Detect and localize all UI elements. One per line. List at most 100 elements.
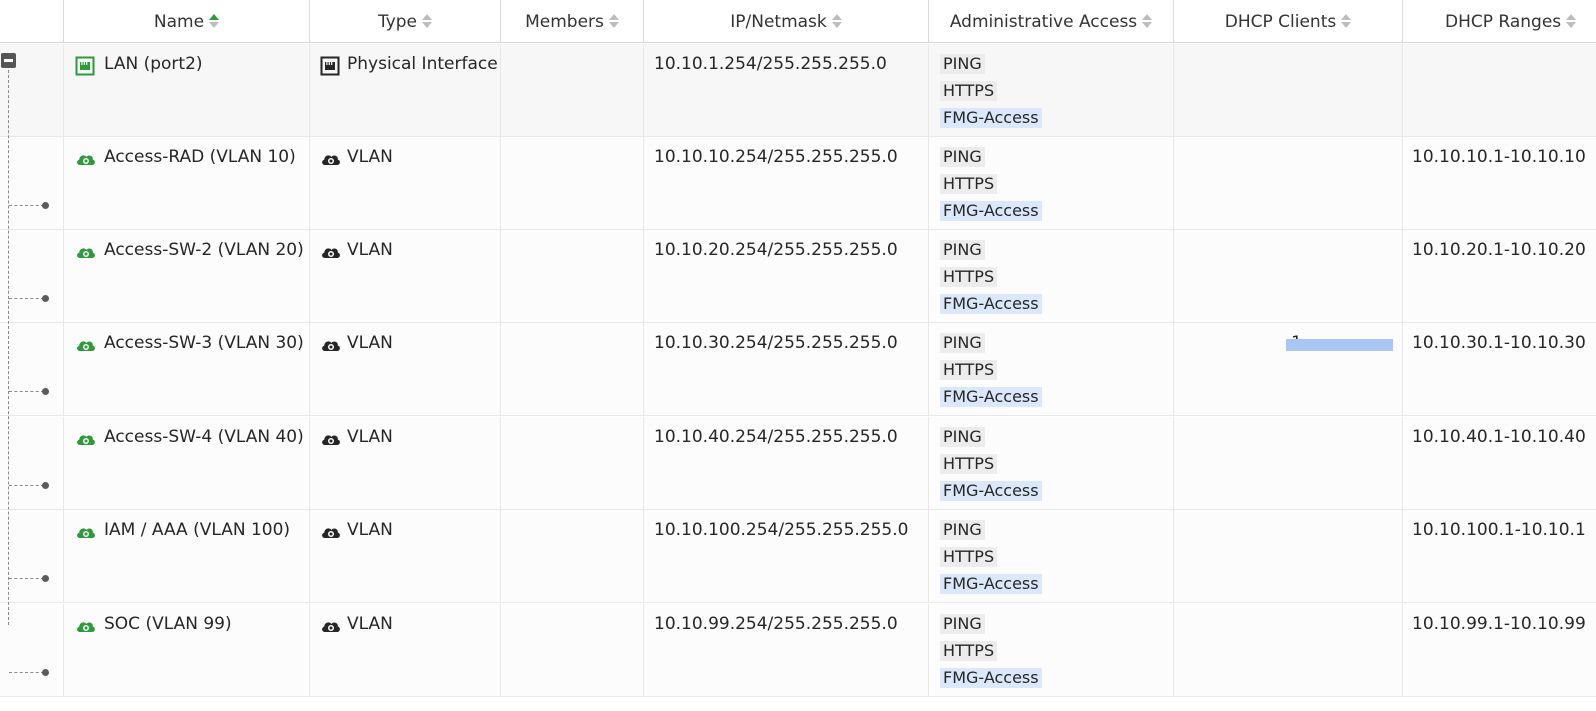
ip-cell: 10.10.99.254/255.255.255.0: [644, 604, 929, 696]
name-cell: SOC (VLAN 99): [64, 604, 310, 696]
table-row[interactable]: SOC (VLAN 99) VLAN 10.10.99.254/255.255.25…: [0, 604, 1596, 697]
physical-port-icon: [75, 56, 95, 76]
table-row[interactable]: Access-SW-4 (VLAN 40) VLAN 10.10.40.254/25…: [0, 417, 1596, 510]
interface-name[interactable]: Access-SW-4 (VLAN 40): [104, 427, 304, 447]
ip-cell: 10.10.30.254/255.255.255.0: [644, 323, 929, 415]
name-cell: Access-SW-2 (VLAN 20): [64, 230, 310, 322]
access-cell: PING HTTPS FMG-Access: [929, 137, 1174, 229]
column-header-type[interactable]: Type: [310, 0, 501, 43]
members-cell: [501, 230, 644, 322]
access-tag: HTTPS: [940, 81, 998, 101]
column-header-dhcp-clients[interactable]: DHCP Clients: [1174, 0, 1403, 43]
interface-table: Name Type Members IP/Netmask Administrat…: [0, 0, 1596, 711]
access-tag: HTTPS: [940, 547, 998, 567]
tree-connector: [8, 70, 9, 625]
type-cell: VLAN: [310, 417, 501, 509]
access-tag: FMG-Access: [940, 668, 1042, 688]
column-header-ip[interactable]: IP/Netmask: [644, 0, 929, 43]
access-tag: PING: [940, 614, 985, 634]
vlan-cloud-icon: [320, 335, 340, 355]
interface-name[interactable]: Access-SW-3 (VLAN 30): [104, 333, 304, 353]
type-cell: Physical Interface: [310, 44, 501, 136]
table-row[interactable]: IAM / AAA (VLAN 100) VLAN 10.10.100.254/25…: [0, 510, 1596, 603]
access-tag: HTTPS: [940, 360, 998, 380]
table-row[interactable]: LAN (port2) Physical Interface 10.10.1.254…: [0, 44, 1596, 137]
sort-icon[interactable]: [422, 13, 433, 30]
access-tag: PING: [940, 333, 985, 353]
access-tag: PING: [940, 147, 985, 167]
range-cell: [1403, 44, 1596, 136]
table-row[interactable]: Access-SW-2 (VLAN 20) VLAN 10.10.20.254/25…: [0, 230, 1596, 323]
members-cell: [501, 323, 644, 415]
vlan-cloud-icon: [320, 429, 340, 449]
tree-branch-line: [9, 298, 44, 299]
tree-node-dot: [42, 202, 49, 209]
interface-name[interactable]: Access-RAD (VLAN 10): [104, 147, 296, 167]
dhcp-cell: [1174, 44, 1403, 136]
dhcp-cell: [1174, 604, 1403, 696]
physical-port-icon: [320, 56, 340, 76]
sort-icon[interactable]: [1142, 13, 1153, 30]
dhcp-cell: 1: [1174, 323, 1403, 415]
ip-netmask: 10.10.99.254/255.255.255.0: [654, 614, 898, 634]
dhcp-cell: [1174, 230, 1403, 322]
type-cell: VLAN: [310, 230, 501, 322]
interface-name[interactable]: SOC (VLAN 99): [104, 614, 232, 634]
ip-netmask: 10.10.40.254/255.255.255.0: [654, 427, 898, 447]
members-cell: [501, 417, 644, 509]
tree-cell: [0, 137, 64, 229]
interface-name[interactable]: IAM / AAA (VLAN 100): [104, 520, 290, 540]
column-header-members[interactable]: Members: [501, 0, 644, 43]
table-row[interactable]: Access-SW-3 (VLAN 30) VLAN 10.10.30.254/25…: [0, 323, 1596, 416]
tree-cell: [0, 417, 64, 509]
range-cell: 10.10.40.1-10.10.40: [1403, 417, 1596, 509]
sort-icon[interactable]: [608, 13, 619, 30]
access-cell: PING HTTPS FMG-Access: [929, 510, 1174, 602]
sort-ascending-icon[interactable]: [209, 13, 220, 30]
tree-cell: [0, 604, 64, 696]
interface-type: Physical Interface: [347, 54, 498, 74]
ip-netmask: 10.10.1.254/255.255.255.0: [654, 54, 887, 74]
access-tags: PING HTTPS FMG-Access: [940, 333, 1042, 414]
access-tag: HTTPS: [940, 174, 998, 194]
sort-icon[interactable]: [1566, 13, 1577, 30]
access-tag: FMG-Access: [940, 108, 1042, 128]
access-tag: HTTPS: [940, 641, 998, 661]
column-header-ip-label: IP/Netmask: [730, 11, 827, 32]
tree-node-dot: [42, 388, 49, 395]
tree-node-dot: [42, 482, 49, 489]
ip-netmask: 10.10.10.254/255.255.255.0: [654, 147, 898, 167]
collapse-icon[interactable]: [1, 53, 16, 68]
dhcp-range: 10.10.40.1-10.10.40: [1412, 427, 1586, 447]
interface-type: VLAN: [347, 427, 393, 447]
tree-node-dot: [42, 295, 49, 302]
interface-name[interactable]: Access-SW-2 (VLAN 20): [104, 240, 304, 260]
range-cell: 10.10.10.1-10.10.10: [1403, 137, 1596, 229]
ip-cell: 10.10.20.254/255.255.255.0: [644, 230, 929, 322]
tree-branch-line: [9, 391, 44, 392]
tree-node-dot: [42, 575, 49, 582]
column-header-name-label: Name: [153, 11, 205, 32]
column-header-name[interactable]: Name: [64, 0, 310, 43]
interface-type: VLAN: [347, 614, 393, 634]
column-header-access[interactable]: Administrative Access: [929, 0, 1174, 43]
ip-cell: 10.10.1.254/255.255.255.0: [644, 44, 929, 136]
column-header-dhcp-ranges[interactable]: DHCP Ranges: [1403, 0, 1596, 43]
column-header-dhcp-clients-label: DHCP Clients: [1224, 11, 1337, 32]
access-tags: PING HTTPS FMG-Access: [940, 147, 1042, 228]
sort-icon[interactable]: [1341, 13, 1352, 30]
dhcp-range: 10.10.99.1-10.10.99: [1412, 614, 1586, 634]
range-cell: 10.10.30.1-10.10.30: [1403, 323, 1596, 415]
tree-branch-line: [9, 205, 44, 206]
interface-type: VLAN: [347, 520, 393, 540]
access-tag: PING: [940, 240, 985, 260]
access-tag: PING: [940, 520, 985, 540]
ip-cell: 10.10.40.254/255.255.255.0: [644, 417, 929, 509]
members-cell: [501, 44, 644, 136]
table-row[interactable]: Access-RAD (VLAN 10) VLAN 10.10.10.254/255…: [0, 137, 1596, 230]
type-cell: VLAN: [310, 604, 501, 696]
interface-name[interactable]: LAN (port2): [104, 54, 203, 74]
name-cell: IAM / AAA (VLAN 100): [64, 510, 310, 602]
sort-icon[interactable]: [831, 13, 842, 30]
access-tag: FMG-Access: [940, 201, 1042, 221]
